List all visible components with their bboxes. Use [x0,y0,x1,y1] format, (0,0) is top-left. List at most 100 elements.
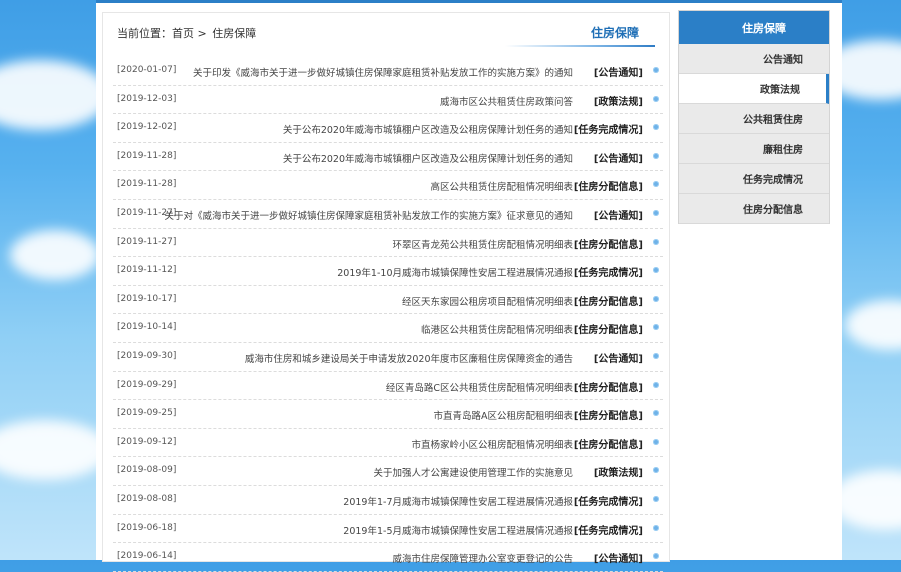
sidebar-items: 公告通知 政策法规 公共租赁住房 廉租住房 任务完成情况 住房分配信息 [679,44,829,224]
article-row[interactable]: [2019-11-27] 关于对《威海市关于进一步做好城镇住房保障家庭租赁补贴发放… [113,200,663,229]
section-title: 住房保障 [590,26,639,40]
article-row[interactable]: [2019-12-03] 威海市区公共租赁住房政策问答 [政策法规] [113,86,663,115]
article-category[interactable]: [任务完成情况] [574,493,643,508]
article-date: [2019-09-29] [117,379,177,390]
bullet-icon [653,324,659,331]
top-accent-bar [96,0,842,3]
article-row[interactable]: [2019-10-17] 经区天东家园公租房项目配租情况明细表 [住房分配信息] [113,286,663,315]
article-date: [2019-11-27] [117,236,177,247]
article-category[interactable]: [政策法规] [594,93,643,108]
breadcrumb-label: 当前位置： [117,27,172,40]
article-category[interactable]: [公告通知] [594,550,643,565]
article-date: [2019-09-30] [117,350,177,361]
sidebar-item[interactable]: 廉租住房 [679,134,829,164]
article-row[interactable]: [2020-01-07] 关于印发《威海市关于进一步做好城镇住房保障家庭租赁补贴发… [113,57,663,86]
article-row[interactable]: [2019-11-28] 高区公共租赁住房配租情况明细表 [住房分配信息] [113,171,663,200]
article-category[interactable]: [住房分配信息] [574,178,643,193]
article-category[interactable]: [政策法规] [594,464,643,479]
article-title-link[interactable]: 市直杨家岭小区公租房配租情况明细表 [411,437,573,451]
article-row[interactable]: [2019-08-08] 2019年1-7月威海市城镇保障性安居工程进展情况通报[… [113,486,663,515]
sidebar-item[interactable]: 任务完成情况 [679,164,829,194]
article-row[interactable]: [2019-06-14] 威海市住房保障管理办公室变更登记的公告 [公告通知] [113,543,663,572]
cloud-decoration [0,60,110,130]
article-title-link[interactable]: 关于对《威海市关于进一步做好城镇住房保障家庭租赁补贴发放工作的实施方案》征求意见… [164,208,573,222]
article-category[interactable]: [任务完成情况] [574,264,643,279]
article-list: [2020-01-07] 关于印发《威海市关于进一步做好城镇住房保障家庭租赁补贴发… [113,57,663,572]
article-title-link[interactable]: 威海市区公共租赁住房政策问答 [440,94,573,108]
article-row[interactable]: [2019-09-29] 经区青岛路C区公共租赁住房配租情况明细表 [住房分配信息] [113,372,663,401]
article-title-link[interactable]: 环翠区青龙苑公共租赁住房配租情况明细表 [392,237,573,251]
bullet-icon [653,295,659,302]
article-title-link[interactable]: 经区青岛路C区公共租赁住房配租情况明细表 [386,380,573,394]
bullet-icon [653,553,659,560]
article-title-link[interactable]: 关于公布2020年威海市城镇棚户区改造及公租房保障计划任务的通知 [283,122,573,136]
article-title-link[interactable]: 市直青岛路A区公租房配租明细表 [434,408,574,422]
article-row[interactable]: [2019-12-02] 关于公布2020年威海市城镇棚户区改造及公租房保障计划任… [113,114,663,143]
article-row[interactable]: [2019-11-27] 环翠区青龙苑公共租赁住房配租情况明细表 [住房分配信息] [113,229,663,258]
sidebar-heading: 住房保障 [679,11,829,44]
article-date: [2019-12-02] [117,122,177,133]
article-category[interactable]: [任务完成情况] [574,121,643,136]
article-category[interactable]: [公告通知] [594,150,643,165]
breadcrumb: 当前位置：首页 > 住房保障 [117,25,256,41]
article-category[interactable]: [住房分配信息] [574,321,643,336]
article-row[interactable]: [2019-09-12] 市直杨家岭小区公租房配租情况明细表 [住房分配信息] [113,429,663,458]
bullet-icon [653,267,659,274]
sidebar-item[interactable]: 政策法规 [679,74,829,104]
article-date: [2019-09-25] [117,408,177,419]
main-content: 当前位置：首页 > 住房保障 住房保障 [2020-01-07] 关于印发《威海市… [102,12,670,572]
article-title-link[interactable]: 威海市住房保障管理办公室变更登记的公告 [392,551,573,565]
article-title-link[interactable]: 高区公共租赁住房配租情况明细表 [430,179,573,193]
article-row[interactable]: [2019-11-28] 关于公布2020年威海市城镇棚户区改造及公租房保障计划任… [113,143,663,172]
article-category[interactable]: [住房分配信息] [574,236,643,251]
article-title-link[interactable]: 2019年1-5月威海市城镇保障性安居工程进展情况通报 [343,523,573,537]
bullet-icon [653,381,659,388]
article-title-link[interactable]: 关于印发《威海市关于进一步做好城镇住房保障家庭租赁补贴发放工作的实施方案》的通知 [193,65,573,79]
bullet-icon [653,152,659,159]
article-category[interactable]: [公告通知] [594,207,643,222]
article-title-link[interactable]: 威海市住房和城乡建设局关于申请发放2020年度市区廉租住房保障资金的通告 [245,351,573,365]
section-title-underline [505,45,655,47]
article-title-link[interactable]: 经区天东家园公租房项目配租情况明细表 [402,294,573,308]
bullet-icon [653,95,659,102]
article-category[interactable]: [任务完成情况] [574,522,643,537]
breadcrumb-current[interactable]: 住房保障 [212,27,256,40]
article-row[interactable]: [2019-10-14] 临港区公共租赁住房配租情况明细表 [住房分配信息] [113,314,663,343]
cloud-decoration [845,300,901,350]
sidebar-item[interactable]: 公共租赁住房 [679,104,829,134]
article-category[interactable]: [住房分配信息] [574,436,643,451]
article-title-link[interactable]: 临港区公共租赁住房配租情况明细表 [421,322,573,336]
article-category[interactable]: [住房分配信息] [574,379,643,394]
article-date: [2019-12-03] [117,93,177,104]
article-row[interactable]: [2019-11-12] 2019年1-10月威海市城镇保障性安居工程进展情况通报… [113,257,663,286]
article-category[interactable]: [住房分配信息] [574,293,643,308]
article-date: [2019-10-17] [117,293,177,304]
article-title-link[interactable]: 关于公布2020年威海市城镇棚户区改造及公租房保障计划任务的通知 [283,151,573,165]
sidebar-item[interactable]: 住房分配信息 [679,194,829,224]
breadcrumb-bar: 当前位置：首页 > 住房保障 住房保障 [103,13,669,49]
article-date: [2019-11-28] [117,179,177,190]
bullet-icon [653,438,659,445]
sidebar: 住房保障 公告通知 政策法规 公共租赁住房 廉租住房 任务完成情况 住房分配信息 [678,10,830,224]
page-container: 当前位置：首页 > 住房保障 住房保障 [2020-01-07] 关于印发《威海市… [96,0,842,572]
article-title-link[interactable]: 关于加强人才公寓建设使用管理工作的实施意见 [373,465,573,479]
article-date: [2019-11-28] [117,150,177,161]
article-row[interactable]: [2019-09-25] 市直青岛路A区公租房配租明细表 [住房分配信息] [113,400,663,429]
cloud-decoration [0,420,110,480]
article-row[interactable]: [2019-09-30] 威海市住房和城乡建设局关于申请发放2020年度市区廉租住… [113,343,663,372]
cloud-decoration [10,230,100,280]
article-category[interactable]: [住房分配信息] [574,407,643,422]
article-category[interactable]: [公告通知] [594,350,643,365]
bullet-icon [653,181,659,188]
article-row[interactable]: [2019-06-18] 2019年1-5月威海市城镇保障性安居工程进展情况通报[… [113,515,663,544]
article-title-link[interactable]: 2019年1-10月威海市城镇保障性安居工程进展情况通报 [337,265,573,279]
article-date: [2019-08-08] [117,493,177,504]
sidebar-item[interactable]: 公告通知 [679,44,829,74]
breadcrumb-home-link[interactable]: 首页 [172,27,194,40]
article-row[interactable]: [2019-08-09] 关于加强人才公寓建设使用管理工作的实施意见 [政策法规] [113,457,663,486]
article-title-link[interactable]: 2019年1-7月威海市城镇保障性安居工程进展情况通报 [343,494,573,508]
bullet-icon [653,238,659,245]
article-category[interactable]: [公告通知] [594,64,643,79]
bullet-icon [653,67,659,73]
article-date: [2019-06-18] [117,522,177,533]
